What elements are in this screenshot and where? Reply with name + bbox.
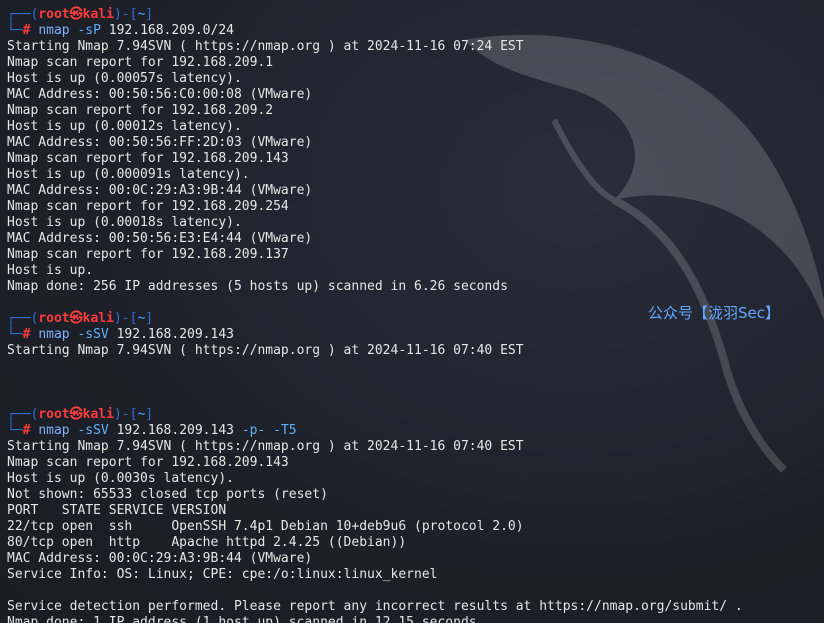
output-line: MAC Address: 00:0C:29:A3:9B:44 (VMware) bbox=[7, 551, 313, 566]
output-line: Nmap done: 1 IP address (1 host up) scan… bbox=[7, 615, 477, 623]
prompt-hash: # bbox=[22, 327, 31, 342]
output-block-2: Starting Nmap 7.94SVN ( https://nmap.org… bbox=[7, 343, 743, 359]
output-line: Service detection performed. Please repo… bbox=[7, 599, 743, 614]
output-line: Starting Nmap 7.94SVN ( https://nmap.org… bbox=[7, 39, 524, 54]
output-line: MAC Address: 00:50:56:E3:E4:44 (VMware) bbox=[7, 231, 313, 246]
command-extra-flags: -p- -T5 bbox=[241, 423, 297, 438]
output-line: Not shown: 65533 closed tcp ports (reset… bbox=[7, 487, 328, 502]
prompt-user: root bbox=[38, 407, 70, 422]
prompt-skull: ㉿ bbox=[69, 7, 83, 22]
output-line: Service Info: OS: Linux; CPE: cpe:/o:lin… bbox=[7, 567, 438, 582]
output-line: MAC Address: 00:0C:29:A3:9B:44 (VMware) bbox=[7, 183, 313, 198]
command-flags: -sSV bbox=[77, 423, 109, 438]
prompt-line: ┌──(root㉿kali)-[~] bbox=[7, 407, 154, 422]
command-line[interactable]: └─# nmap -sSV 192.168.209.143 -p- -T5 bbox=[7, 423, 743, 439]
prompt-hash: # bbox=[22, 23, 31, 38]
output-block-3: Starting Nmap 7.94SVN ( https://nmap.org… bbox=[7, 439, 743, 623]
output-line: Starting Nmap 7.94SVN ( https://nmap.org… bbox=[7, 439, 524, 454]
command-line[interactable]: └─# nmap -sSV 192.168.209.143 bbox=[7, 327, 743, 343]
output-line: Host is up (0.00012s latency). bbox=[7, 119, 242, 134]
command-flags: -sP bbox=[77, 23, 101, 38]
output-line: Nmap done: 256 IP addresses (5 hosts up)… bbox=[7, 279, 508, 294]
output-line: Host is up (0.00018s latency). bbox=[7, 215, 242, 230]
output-line: 80/tcp open http Apache httpd 2.4.25 ((D… bbox=[7, 535, 407, 550]
terminal-output: ┌──(root㉿kali)-[~] └─# nmap -sP 192.168.… bbox=[7, 7, 743, 623]
command-name: nmap bbox=[38, 327, 70, 342]
output-line: Nmap scan report for 192.168.209.254 bbox=[7, 199, 289, 214]
output-line: MAC Address: 00:50:56:FF:2D:03 (VMware) bbox=[7, 135, 313, 150]
command-args: 192.168.209.0/24 bbox=[108, 23, 234, 38]
output-line: Nmap scan report for 192.168.209.143 bbox=[7, 455, 289, 470]
prompt-hash: # bbox=[22, 423, 31, 438]
command-flags: -sSV bbox=[77, 327, 109, 342]
command-name: nmap bbox=[38, 23, 70, 38]
prompt-skull: ㉿ bbox=[69, 407, 83, 422]
output-line: Nmap scan report for 192.168.209.2 bbox=[7, 103, 274, 118]
command-line[interactable]: └─# nmap -sP 192.168.209.0/24 bbox=[7, 23, 743, 39]
output-line: Host is up (0.000091s latency). bbox=[7, 167, 250, 182]
command-args: 192.168.209.143 bbox=[116, 327, 234, 342]
prompt-user: root bbox=[38, 311, 70, 326]
terminal-window[interactable]: 公众号【泷羽Sec】 ┌──(root㉿kali)-[~] └─# nmap -… bbox=[0, 0, 824, 623]
output-block-1: Starting Nmap 7.94SVN ( https://nmap.org… bbox=[7, 39, 743, 295]
output-line: Starting Nmap 7.94SVN ( https://nmap.org… bbox=[7, 343, 524, 358]
output-line: Host is up (0.0030s latency). bbox=[7, 471, 234, 486]
prompt-host: kali bbox=[82, 407, 114, 422]
command-args: 192.168.209.143 bbox=[116, 423, 234, 438]
prompt-host: kali bbox=[82, 7, 114, 22]
prompt-line: ┌──(root㉿kali)-[~] bbox=[7, 7, 154, 22]
output-line: MAC Address: 00:50:56:C0:00:08 (VMware) bbox=[7, 87, 313, 102]
output-line: Nmap scan report for 192.168.209.143 bbox=[7, 151, 289, 166]
output-line: 22/tcp open ssh OpenSSH 7.4p1 Debian 10+… bbox=[7, 519, 524, 534]
output-line: Nmap scan report for 192.168.209.1 bbox=[7, 55, 274, 70]
command-name: nmap bbox=[38, 423, 70, 438]
prompt-skull: ㉿ bbox=[69, 311, 83, 326]
output-line: Nmap scan report for 192.168.209.137 bbox=[7, 247, 289, 262]
prompt-host: kali bbox=[82, 311, 114, 326]
prompt-user: root bbox=[38, 7, 70, 22]
output-line: Host is up (0.00057s latency). bbox=[7, 71, 242, 86]
prompt-line: ┌──(root㉿kali)-[~] bbox=[7, 311, 154, 326]
output-line: Host is up. bbox=[7, 263, 94, 278]
output-line: PORT STATE SERVICE VERSION bbox=[7, 503, 227, 518]
